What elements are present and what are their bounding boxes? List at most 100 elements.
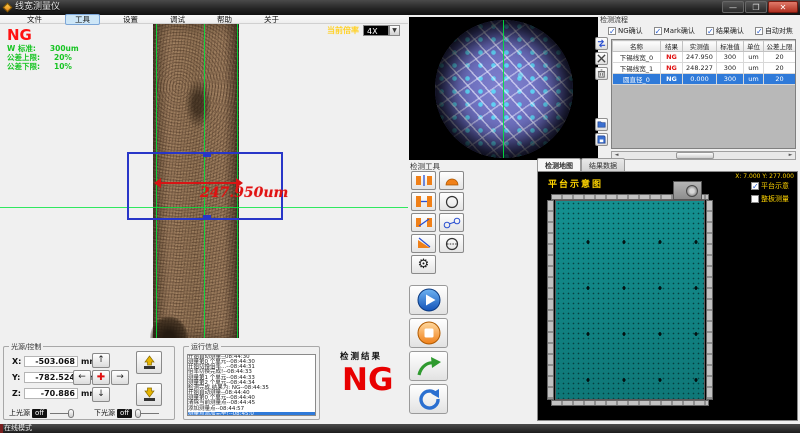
platform-map[interactable]: 平台示意图 X: 7.000 Y: 277.000 ✓平台示意整板测量 <box>537 171 798 421</box>
table-cell: 300 <box>717 52 744 63</box>
save-icon[interactable] <box>595 133 608 146</box>
table-header-单位[interactable]: 单位 <box>744 41 764 52</box>
action-buttons <box>408 285 452 417</box>
flow-table[interactable]: 名称结果实测值标准值单位公差上限公差下限 下锡线宽_0NG247.950300u… <box>611 39 796 149</box>
table-cell: um <box>744 63 764 74</box>
map-checkboxes: ✓平台示意整板测量 <box>751 181 789 207</box>
map-title: 平台示意图 <box>548 177 603 190</box>
camera-params: W 标准:300um公差上限:20%公差下限:10% <box>7 44 79 71</box>
start-measure-button[interactable] <box>409 285 448 315</box>
param-label: 公差上限: <box>7 53 40 62</box>
table-cell: 300 <box>717 63 744 74</box>
axis-X: X:-503.068mm <box>12 355 98 367</box>
table-cell: 10 <box>796 63 797 74</box>
jog-right-button[interactable]: → <box>111 370 129 385</box>
tool-linewidth-2[interactable] <box>411 192 436 211</box>
tab-inspection-map[interactable]: 检测地图 <box>537 158 581 172</box>
tool-circle-distance[interactable] <box>439 213 464 232</box>
checkbox-icon[interactable]: ✓ <box>706 27 714 35</box>
stop-button[interactable] <box>409 318 448 348</box>
table-cell: 20 <box>764 74 796 85</box>
axis-label: X: <box>12 357 24 366</box>
scroll-thumb[interactable] <box>676 152 714 159</box>
magnification-dropdown-icon[interactable]: ▼ <box>389 25 400 36</box>
menu-item-工具[interactable]: 工具 <box>65 14 100 25</box>
upper-light-state[interactable]: off <box>32 409 47 418</box>
table-row[interactable]: 圆直径_0NG0.000300um2010% <box>613 74 797 85</box>
table-cell: 247.950 <box>683 52 717 63</box>
checkbox-Mark确认[interactable]: ✓Mark确认 <box>654 26 695 36</box>
trash-icon[interactable] <box>595 67 608 80</box>
checkbox-icon[interactable]: ✓ <box>654 27 662 35</box>
menu-item-调试[interactable]: 调试 <box>161 15 194 24</box>
checkbox-结果确认[interactable]: ✓结果确认 <box>706 26 744 36</box>
checkbox-NG确认[interactable]: ✓NG确认 <box>608 26 643 36</box>
checkbox-icon[interactable]: ✓ <box>755 27 763 35</box>
export-button[interactable] <box>409 351 448 381</box>
param-value: 300um <box>50 44 79 53</box>
table-row[interactable]: 下锡线宽_0NG247.950300um2010% <box>613 52 797 63</box>
close-button[interactable]: ✕ <box>768 1 798 13</box>
tool-arc[interactable] <box>439 171 464 190</box>
table-header-公差上限[interactable]: 公差上限 <box>764 41 796 52</box>
table-row[interactable]: 下锡线宽_1NG248.227300um2010% <box>613 63 797 74</box>
jog-center-button[interactable]: ✚ <box>92 370 110 385</box>
z-down-button[interactable] <box>136 383 162 406</box>
log-list[interactable]: 开始自动测量--08:44:30测量第0 个单元--08:44:30开始切换倍率… <box>187 354 316 416</box>
menu-item-文件[interactable]: 文件 <box>18 15 51 24</box>
checkbox-label: 自动对焦 <box>765 26 793 36</box>
checkbox-icon[interactable]: ✓ <box>608 27 616 35</box>
camera-param-row: 公差上限: 20% <box>7 53 79 62</box>
reset-button[interactable] <box>409 384 448 414</box>
checkbox-icon[interactable]: ✓ <box>751 182 759 190</box>
table-header-结果[interactable]: 结果 <box>661 41 683 52</box>
jog-left-button[interactable]: ← <box>73 370 91 385</box>
tool-circle[interactable] <box>439 192 464 211</box>
lower-light-slider[interactable] <box>135 409 159 418</box>
title-bar: 线宽测量仪 — ❐ ✕ <box>0 0 800 15</box>
transfer-icon[interactable] <box>595 37 608 50</box>
tool-linewidth-3[interactable] <box>411 213 436 232</box>
microscope-view <box>409 17 598 160</box>
table-header-名称[interactable]: 名称 <box>613 41 661 52</box>
table-cell: 10 <box>796 74 797 85</box>
checkbox-平台示意[interactable]: ✓平台示意 <box>751 181 789 191</box>
tool-linewidth-1[interactable] <box>411 171 436 190</box>
tool-diameter[interactable] <box>439 234 464 253</box>
scroll-right-icon[interactable]: ► <box>786 152 795 159</box>
measure-value: 247.950um <box>200 185 288 201</box>
axis-label: Z: <box>12 389 24 398</box>
checkbox-icon[interactable] <box>751 195 759 203</box>
menu-item-设置[interactable]: 设置 <box>114 15 147 24</box>
z-up-button[interactable] <box>136 351 162 374</box>
magnification-select[interactable]: 4X <box>363 25 389 36</box>
delete-icon[interactable] <box>595 52 608 65</box>
minimize-button[interactable]: — <box>722 1 744 13</box>
maximize-button[interactable]: ❐ <box>745 1 767 13</box>
table-cell: 圆直径_0 <box>613 74 661 85</box>
menu-item-关于[interactable]: 关于 <box>255 15 288 24</box>
checkbox-自动对焦[interactable]: ✓自动对焦 <box>755 26 793 36</box>
jog-down-button[interactable]: ↓ <box>92 387 110 402</box>
defect-blob <box>185 79 211 129</box>
lower-light-state[interactable]: off <box>117 409 132 418</box>
checkbox-label: Mark确认 <box>664 26 695 36</box>
camera-view[interactable]: 247.950um NG W 标准:300um公差上限:20%公差下限:10% … <box>0 24 408 338</box>
table-header-实测值[interactable]: 实测值 <box>683 41 717 52</box>
upper-light-slider[interactable] <box>50 409 74 418</box>
settings-gear-icon[interactable]: ⚙ <box>411 255 436 274</box>
menu-item-帮助[interactable]: 帮助 <box>208 15 241 24</box>
open-folder-icon[interactable] <box>595 118 608 131</box>
rail-bottom <box>551 400 709 406</box>
table-header-公差下限[interactable]: 公差下限 <box>796 41 797 52</box>
param-value: 20% <box>54 53 72 62</box>
jog-up-button[interactable]: ↑ <box>92 353 110 368</box>
log-line[interactable]: 测量点添加完毕!--08:45:0 <box>188 412 315 416</box>
tool-angle[interactable] <box>411 234 436 253</box>
param-label: W 标准: <box>7 44 36 53</box>
table-scrollbar[interactable]: ◄ ► <box>611 151 796 160</box>
tab-result-data[interactable]: 结果数据 <box>581 158 625 172</box>
tools-grid: ⚙ <box>411 171 467 276</box>
table-header-标准值[interactable]: 标准值 <box>717 41 744 52</box>
checkbox-整板测量[interactable]: 整板测量 <box>751 194 789 204</box>
